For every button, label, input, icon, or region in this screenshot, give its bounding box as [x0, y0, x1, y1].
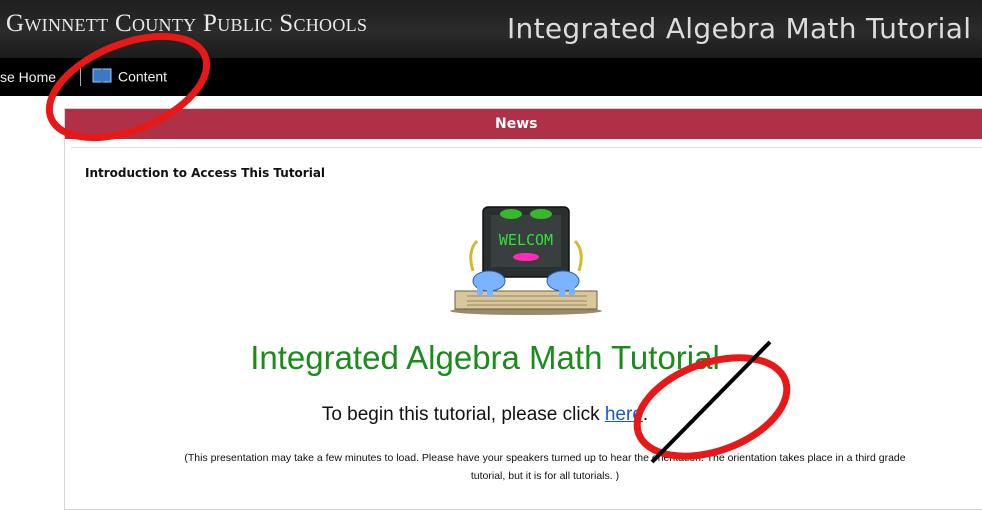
begin-suffix: . [642, 404, 649, 425]
load-note-line1: (This presentation may take a few minute… [184, 452, 906, 464]
tutorial-title: Integrated Algebra Math Tutorial [250, 339, 720, 376]
course-nav: se Home Content [0, 58, 982, 96]
nav-content-label: Content [118, 68, 168, 85]
course-title: Integrated Algebra Math Tutorial [507, 12, 972, 45]
mascot-screen-text: WELCOM [499, 231, 553, 249]
nav-content-link[interactable]: Content [92, 67, 167, 84]
load-note: (This presentation may take a few minute… [95, 449, 982, 485]
begin-instruction: To begin this tutorial, please click her… [65, 404, 905, 426]
nav-course-home-link[interactable]: se Home [0, 69, 56, 85]
divider [71, 147, 982, 148]
intro-heading: Introduction to Access This Tutorial [85, 166, 326, 180]
welcome-computer-image: WELCOM [450, 206, 602, 315]
begin-text: To begin this tutorial, please click [321, 404, 605, 425]
org-name: Gwinnett County Public Schools [6, 10, 368, 37]
load-note-line2: tutorial, but it is for all tutorials. ) [470, 470, 620, 482]
nav-separator [80, 66, 81, 86]
news-header: News [65, 109, 982, 139]
book-icon [92, 68, 112, 84]
begin-link[interactable]: here [605, 404, 643, 425]
news-title: News [495, 116, 538, 132]
news-panel: News Introduction to Access This Tutoria… [64, 108, 982, 510]
site-header: Gwinnett County Public Schools Integrate… [0, 0, 982, 58]
